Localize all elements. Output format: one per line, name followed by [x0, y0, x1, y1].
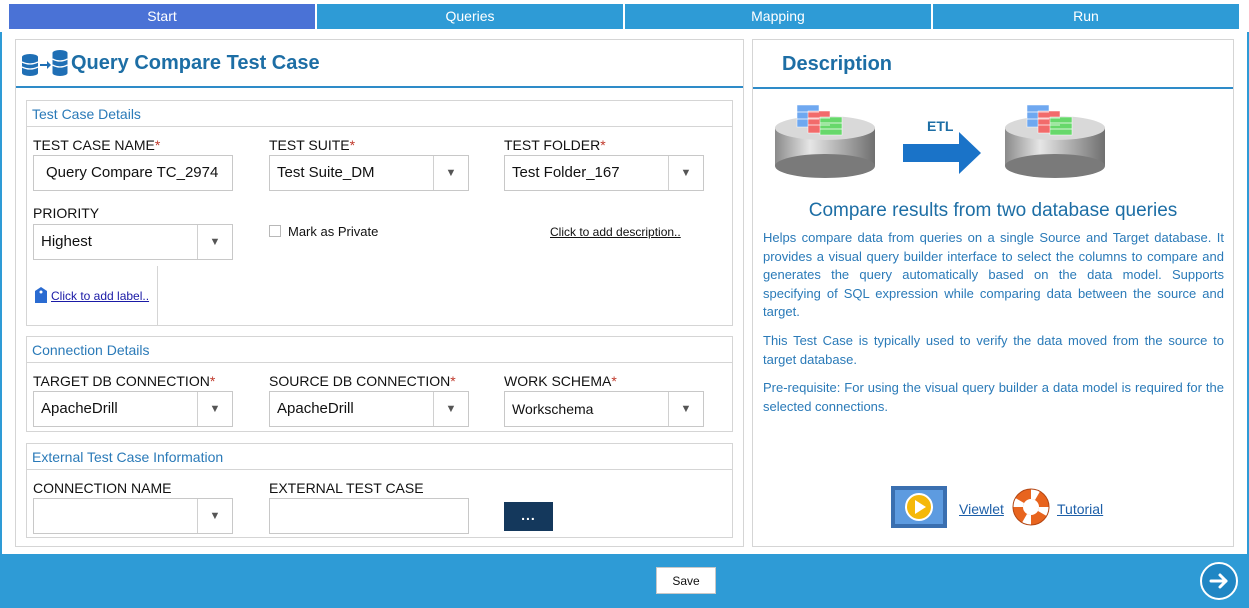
required-marker: * [611, 373, 617, 389]
description-paragraph: This Test Case is typically used to veri… [763, 333, 1224, 367]
divider [157, 266, 158, 326]
dropdown-arrow-icon[interactable]: ▼ [433, 156, 468, 190]
work-schema-value: Workschema [512, 401, 594, 417]
required-marker: * [450, 373, 456, 389]
mark-private-checkbox[interactable] [269, 225, 281, 237]
required-marker: * [154, 137, 161, 153]
required-marker: * [209, 373, 216, 389]
tab-start[interactable]: Start [9, 4, 315, 29]
priority-select[interactable]: Highest ▼ [33, 224, 233, 260]
external-test-case-section: External Test Case Information CONNECTIO… [26, 443, 733, 538]
test-case-name-label: TEST CASE NAME* [33, 137, 161, 153]
target-database-icon [1005, 104, 1105, 178]
tab-run[interactable]: Run [933, 4, 1239, 29]
dropdown-arrow-icon[interactable]: ▼ [668, 392, 703, 426]
test-suite-value: Test Suite_DM [277, 164, 375, 181]
connection-name-select[interactable]: ▼ [33, 498, 233, 534]
etl-label: ETL [927, 118, 954, 134]
panel-header: Query Compare Test Case [16, 40, 743, 88]
save-button[interactable]: Save [656, 567, 716, 594]
source-database-icon [775, 104, 875, 178]
dropdown-arrow-icon[interactable]: ▼ [433, 392, 468, 426]
section-title-connection-details: Connection Details [27, 337, 732, 363]
dropdown-arrow-icon[interactable]: ▼ [197, 225, 232, 259]
tag-icon [35, 287, 47, 303]
required-marker: * [600, 137, 606, 153]
external-test-case-label: EXTERNAL TEST CASE [269, 480, 424, 496]
required-marker: * [349, 137, 356, 153]
add-label-link[interactable]: Click to add label.. [51, 289, 149, 303]
target-db-select[interactable]: ApacheDrill ▼ [33, 391, 233, 427]
viewlet-link[interactable]: Viewlet [959, 501, 1004, 517]
test-folder-value: Test Folder_167 [512, 164, 620, 181]
description-title: Description [782, 53, 893, 75]
priority-value: Highest [41, 233, 92, 250]
section-title-test-case-details: Test Case Details [27, 101, 732, 127]
test-case-name-input[interactable]: Query Compare TC_2974 [33, 155, 233, 191]
next-step-button[interactable] [1200, 562, 1238, 600]
work-schema-select[interactable]: Workschema ▼ [504, 391, 704, 427]
database-compare-icon [21, 50, 68, 76]
arrow-right-circle-icon [1209, 573, 1228, 589]
target-db-label: TARGET DB CONNECTION* [33, 373, 216, 389]
page-title: Query Compare Test Case [71, 52, 320, 74]
dropdown-arrow-icon[interactable]: ▼ [668, 156, 703, 190]
tab-queries[interactable]: Queries [317, 4, 623, 29]
description-heading: Compare results from two database querie… [808, 200, 1178, 221]
test-case-form-panel: Query Compare Test Case Test Case Detail… [15, 39, 744, 547]
test-folder-select[interactable]: Test Folder_167 ▼ [504, 155, 704, 191]
target-db-value: ApacheDrill [41, 400, 118, 417]
tutorial-link[interactable]: Tutorial [1057, 501, 1103, 517]
lifebuoy-icon[interactable] [1009, 486, 1053, 528]
description-paragraph: Pre-requisite: For using the visual quer… [763, 380, 1224, 414]
test-case-details-section: Test Case Details TEST CASE NAME* Query … [26, 100, 733, 326]
priority-label: PRIORITY [33, 205, 100, 221]
browse-button[interactable]: ... [504, 502, 553, 531]
tab-mapping[interactable]: Mapping [625, 4, 931, 29]
wizard-tab-bar: Start Queries Mapping Run [0, 0, 1249, 32]
description-panel: Description ETL Compare results from two… [752, 39, 1234, 547]
test-suite-select[interactable]: Test Suite_DM ▼ [269, 155, 469, 191]
dropdown-arrow-icon[interactable]: ▼ [197, 499, 232, 533]
test-suite-label: TEST SUITE* [269, 137, 356, 153]
external-test-case-input[interactable] [269, 498, 469, 534]
viewlet-play-icon[interactable] [891, 486, 947, 528]
source-db-label: SOURCE DB CONNECTION* [269, 373, 456, 389]
footer-bar: Save [0, 556, 1249, 608]
source-db-select[interactable]: ApacheDrill ▼ [269, 391, 469, 427]
section-title-external-info: External Test Case Information [27, 444, 732, 470]
etl-diagram: ETL [775, 104, 1105, 178]
connection-details-section: Connection Details TARGET DB CONNECTION*… [26, 336, 733, 432]
divider [753, 87, 1233, 89]
source-db-value: ApacheDrill [277, 400, 354, 417]
connection-name-label: CONNECTION NAME [33, 480, 172, 496]
dropdown-arrow-icon[interactable]: ▼ [197, 392, 232, 426]
main-content: Query Compare Test Case Test Case Detail… [2, 32, 1247, 554]
work-schema-label: WORK SCHEMA* [504, 373, 617, 389]
mark-private-label[interactable]: Mark as Private [288, 224, 378, 239]
add-description-link[interactable]: Click to add description.. [550, 225, 681, 239]
etl-arrow-icon [903, 132, 981, 174]
test-folder-label: TEST FOLDER* [504, 137, 606, 153]
description-paragraph: Helps compare data from queries on a sin… [763, 230, 1224, 319]
